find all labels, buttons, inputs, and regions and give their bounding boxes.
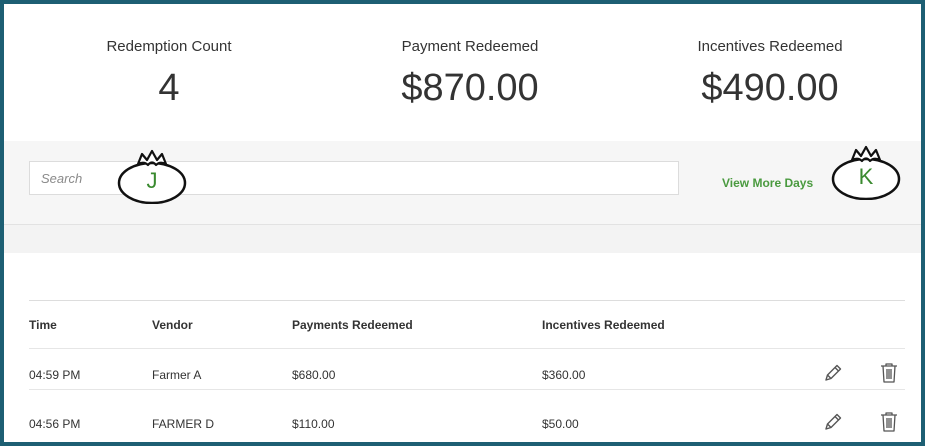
stat-label: Redemption Count — [106, 38, 232, 55]
view-more-days-link[interactable]: View More Days — [722, 176, 813, 190]
stat-value: 4 — [158, 67, 180, 109]
cell-vendor: FARMER D — [152, 417, 215, 431]
table-row: 04:59 PM Farmer A $680.00 $360.00 — [29, 348, 905, 390]
cell-time: 04:59 PM — [29, 368, 81, 382]
stat-value: $490.00 — [701, 67, 839, 109]
stat-payment-redeemed: Payment Redeemed $870.00 — [350, 38, 590, 110]
cell-payments: $110.00 — [292, 417, 335, 431]
cell-payments: $680.00 — [292, 368, 336, 382]
annotation-tomato-j: J — [116, 148, 188, 205]
cell-vendor: Farmer A — [152, 368, 202, 382]
stat-label: Payment Redeemed — [401, 38, 539, 55]
pencil-icon[interactable] — [821, 361, 845, 385]
stat-incentives-redeemed: Incentives Redeemed $490.00 — [650, 38, 890, 110]
section-divider — [4, 225, 921, 253]
header-time: Time — [29, 318, 57, 332]
cell-incentives: $360.00 — [542, 368, 586, 382]
header-vendor: Vendor — [152, 318, 193, 332]
annotation-tomato-k: K — [830, 144, 902, 201]
pencil-icon[interactable] — [821, 410, 845, 434]
annotation-label: J — [146, 168, 158, 193]
app-frame: Redemption Count 4 Payment Redeemed $870… — [0, 0, 925, 446]
cell-incentives: $50.00 — [542, 417, 579, 431]
header-payments: Payments Redeemed — [292, 318, 413, 332]
cell-time: 04:56 PM — [29, 417, 81, 431]
trash-icon[interactable] — [877, 361, 901, 385]
table-row: 04:56 PM FARMER D $110.00 $50.00 — [29, 398, 905, 438]
stats-panel: Redemption Count 4 Payment Redeemed $870… — [4, 4, 921, 141]
stat-label: Incentives Redeemed — [697, 38, 843, 55]
trash-icon[interactable] — [877, 410, 901, 434]
table-divider — [29, 300, 905, 301]
header-incentives: Incentives Redeemed — [542, 318, 665, 332]
stat-redemption-count: Redemption Count 4 — [49, 38, 289, 110]
stat-value: $870.00 — [401, 67, 539, 109]
annotation-label: K — [858, 164, 874, 189]
